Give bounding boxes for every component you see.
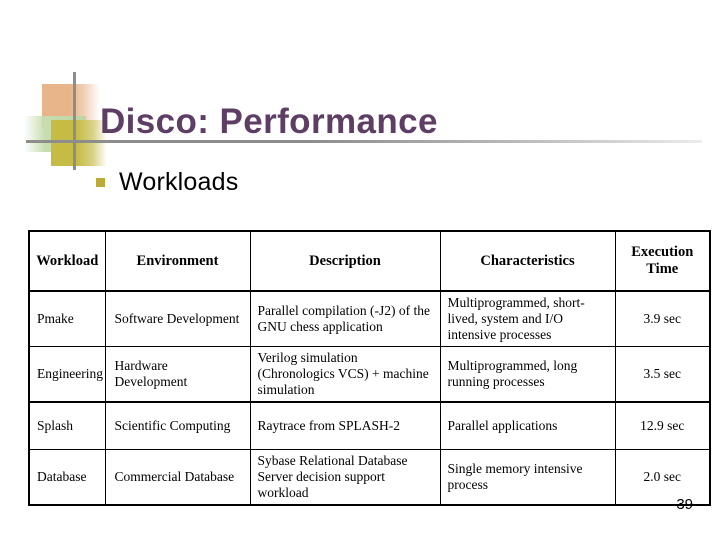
table-row: Pmake Software Development Parallel comp… xyxy=(28,290,711,347)
execution-time-line-1: Execution xyxy=(631,244,694,260)
table-row: Database Commercial Database Sybase Rela… xyxy=(28,449,711,506)
column-header-characteristics: Characteristics xyxy=(439,230,616,292)
cell-description: Raytrace from SPLASH-2 xyxy=(249,401,441,450)
cell-environment: Commercial Database xyxy=(104,449,251,506)
cell-execution-time: 3.9 sec xyxy=(614,290,711,347)
execution-time-line-2: Time xyxy=(646,261,679,277)
column-header-description: Description xyxy=(249,230,441,292)
square-bullet-icon xyxy=(96,178,105,187)
cell-description: Parallel compilation (-J2) of the GNU ch… xyxy=(249,290,441,347)
cell-description: Verilog simulation (Chronologics VCS) + … xyxy=(249,346,441,403)
cell-characteristics: Multiprogrammed, long running processes xyxy=(439,346,616,403)
cell-workload: Database xyxy=(28,449,106,506)
slide-number: 39 xyxy=(676,496,693,513)
workload-table: Workload Environment Description Charact… xyxy=(28,230,711,506)
slide-title: Disco: Performance xyxy=(100,102,438,142)
cell-execution-time: 2.0 sec xyxy=(614,449,711,506)
title-divider-rule xyxy=(26,140,702,143)
cell-characteristics: Multiprogrammed, short-lived, system and… xyxy=(439,290,616,347)
table-row: Splash Scientific Computing Raytrace fro… xyxy=(28,401,711,450)
table-row: Engineering Hardware Development Verilog… xyxy=(28,346,711,403)
cell-workload: Pmake xyxy=(28,290,106,347)
column-header-execution-time: Execution Time xyxy=(614,230,711,292)
table-body: Pmake Software Development Parallel comp… xyxy=(28,290,711,506)
column-header-environment: Environment xyxy=(104,230,251,292)
bullet-item-label: Workloads xyxy=(119,168,239,196)
cell-environment: Scientific Computing xyxy=(104,401,251,450)
cell-environment: Hardware Development xyxy=(104,346,251,403)
cell-workload: Splash xyxy=(28,401,106,450)
cell-execution-time: 3.5 sec xyxy=(614,346,711,403)
column-header-workload: Workload xyxy=(28,230,106,292)
decoration-vertical-line xyxy=(73,72,76,170)
workload-table-container: Workload Environment Description Charact… xyxy=(28,230,711,506)
cell-environment: Software Development xyxy=(104,290,251,347)
cell-characteristics: Parallel applications xyxy=(439,401,616,450)
cell-execution-time: 12.9 sec xyxy=(614,401,711,450)
cell-characteristics: Single memory intensive process xyxy=(439,449,616,506)
bullet-row: Workloads xyxy=(96,168,238,197)
decoration-olive-block xyxy=(51,120,107,166)
cell-description: Sybase Relational Database Server decisi… xyxy=(249,449,441,506)
cell-workload: Engineering xyxy=(28,346,106,403)
table-header: Workload Environment Description Charact… xyxy=(28,230,711,292)
table-header-row: Workload Environment Description Charact… xyxy=(28,230,711,292)
